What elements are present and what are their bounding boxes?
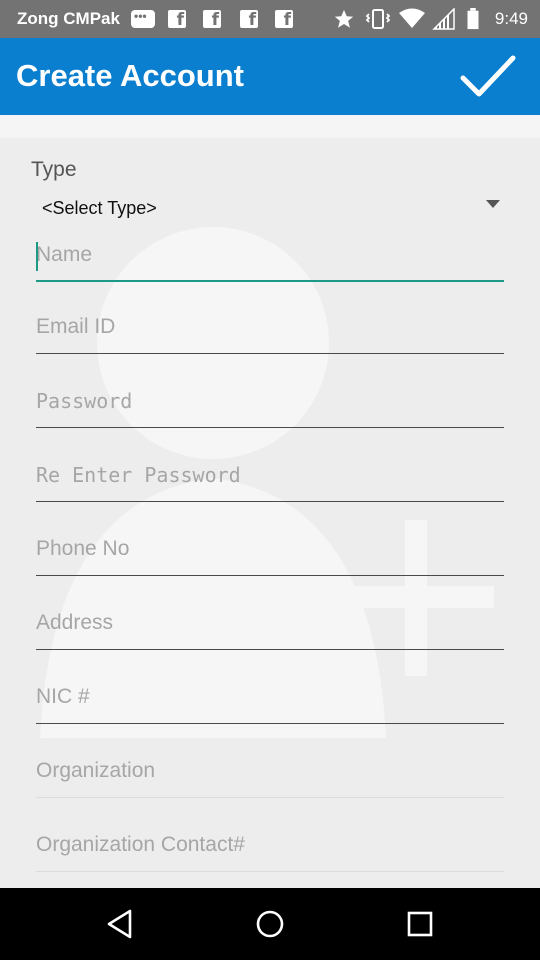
check-icon[interactable] — [460, 54, 516, 98]
address-input[interactable] — [36, 608, 504, 638]
phone-field[interactable] — [36, 526, 504, 576]
create-account-form: Type <Select Type> — [0, 138, 540, 888]
type-select[interactable]: <Select Type> — [36, 194, 506, 224]
status-bar: Zong CMPak 9:49 — [0, 0, 540, 38]
back-icon[interactable] — [102, 906, 138, 942]
navigation-bar — [0, 888, 540, 960]
phone-input[interactable] — [36, 534, 504, 564]
organization-input[interactable] — [36, 756, 504, 786]
organization-contact-input[interactable] — [36, 830, 504, 860]
vibrate-icon — [365, 9, 391, 29]
email-field[interactable] — [36, 304, 504, 354]
password-input[interactable] — [36, 386, 504, 416]
signal-icon — [432, 8, 455, 30]
text-cursor — [36, 242, 38, 271]
carrier-name: Zong CMPak — [17, 9, 120, 28]
dropdown-arrow-icon — [486, 200, 500, 208]
organization-contact-field[interactable] — [36, 822, 504, 872]
facebook-icon — [240, 10, 258, 30]
organization-field[interactable] — [36, 748, 504, 798]
app-bar: Create Account — [0, 38, 540, 115]
clock: 9:49 — [494, 9, 528, 28]
password-field[interactable] — [36, 378, 504, 428]
facebook-icon — [203, 10, 221, 30]
star-icon — [334, 9, 354, 28]
battery-icon — [467, 8, 479, 30]
divider-strip — [0, 115, 540, 138]
name-input[interactable] — [36, 240, 504, 270]
type-label: Type — [31, 158, 77, 181]
wifi-icon — [399, 8, 425, 28]
type-select-value: <Select Type> — [42, 198, 157, 218]
address-field[interactable] — [36, 600, 504, 650]
facebook-icon — [275, 10, 293, 30]
nic-input[interactable] — [36, 682, 504, 712]
name-field[interactable] — [36, 232, 504, 282]
message-icon — [131, 9, 155, 28]
reenter-password-input[interactable] — [36, 460, 504, 490]
recents-icon[interactable] — [402, 906, 438, 942]
email-input[interactable] — [36, 312, 504, 342]
nic-field[interactable] — [36, 674, 504, 724]
facebook-icon — [168, 10, 186, 30]
page-title: Create Account — [16, 58, 244, 93]
reenter-password-field[interactable] — [36, 452, 504, 502]
home-icon[interactable] — [252, 906, 288, 942]
